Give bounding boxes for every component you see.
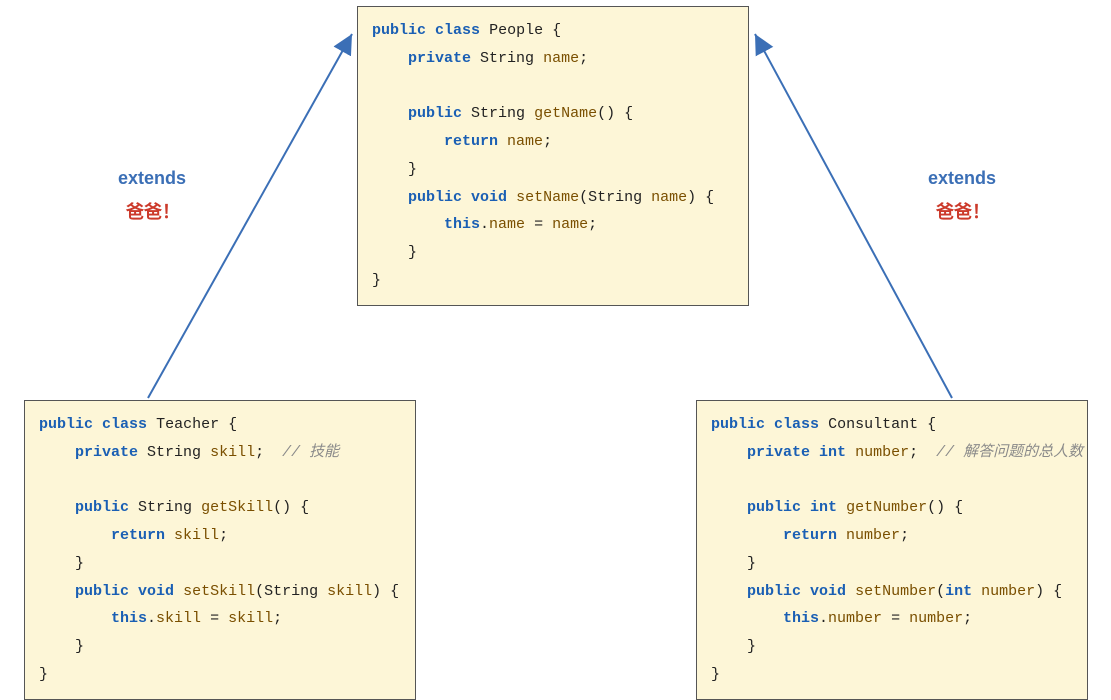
kw-void: void (471, 189, 507, 206)
rhs: name (552, 216, 588, 233)
method: setName (516, 189, 579, 206)
kw-private: private (75, 444, 138, 461)
kw-private: private (408, 50, 471, 67)
type: int (810, 499, 837, 516)
rhs: number (909, 610, 963, 627)
comment: // 解答问题的总人数 (936, 444, 1083, 461)
field: skill (156, 610, 201, 627)
kw-this: this (444, 216, 480, 233)
comment: // 技能 (282, 444, 339, 461)
class-name: Consultant (828, 416, 918, 433)
baba-label-left: 爸爸！ (126, 198, 180, 224)
kw-this: this (111, 610, 147, 627)
field: number (855, 444, 909, 461)
kw-public: public (408, 105, 462, 122)
ret: name (507, 133, 543, 150)
method: getNumber (846, 499, 927, 516)
class-people-box: public class People { private String nam… (357, 6, 749, 306)
pname: name (651, 189, 687, 206)
kw-public: public (75, 583, 129, 600)
type: String (138, 499, 192, 516)
ret: skill (174, 527, 219, 544)
kw-public: public (75, 499, 129, 516)
kw-public: public (711, 416, 765, 433)
kw-void: void (810, 583, 846, 600)
extends-label-left: extends (118, 168, 186, 189)
baba-label-right: 爸爸！ (936, 198, 990, 224)
ptype: String (588, 189, 642, 206)
class-name: Teacher (156, 416, 219, 433)
type: String (480, 50, 534, 67)
method: getSkill (201, 499, 273, 516)
type: String (147, 444, 201, 461)
kw-return: return (444, 133, 498, 150)
rhs: skill (228, 610, 273, 627)
kw-class: class (435, 22, 480, 39)
kw-return: return (111, 527, 165, 544)
method: setNumber (855, 583, 936, 600)
kw-public: public (747, 583, 801, 600)
kw-class: class (774, 416, 819, 433)
ptype: int (945, 583, 972, 600)
class-consultant-box: public class Consultant { private int nu… (696, 400, 1088, 700)
ret: number (846, 527, 900, 544)
extends-label-right: extends (928, 168, 996, 189)
kw-this: this (783, 610, 819, 627)
kw-public: public (747, 499, 801, 516)
type: String (471, 105, 525, 122)
kw-public: public (39, 416, 93, 433)
kw-public: public (372, 22, 426, 39)
pname: skill (327, 583, 372, 600)
field: number (828, 610, 882, 627)
field: name (489, 216, 525, 233)
type: int (819, 444, 846, 461)
kw-return: return (783, 527, 837, 544)
class-teacher-box: public class Teacher { private String sk… (24, 400, 416, 700)
field: name (543, 50, 579, 67)
field: skill (210, 444, 255, 461)
kw-private: private (747, 444, 810, 461)
kw-public: public (408, 189, 462, 206)
class-name: People (489, 22, 543, 39)
ptype: String (264, 583, 318, 600)
method: getName (534, 105, 597, 122)
kw-class: class (102, 416, 147, 433)
pname: number (981, 583, 1035, 600)
method: setSkill (183, 583, 255, 600)
kw-void: void (138, 583, 174, 600)
